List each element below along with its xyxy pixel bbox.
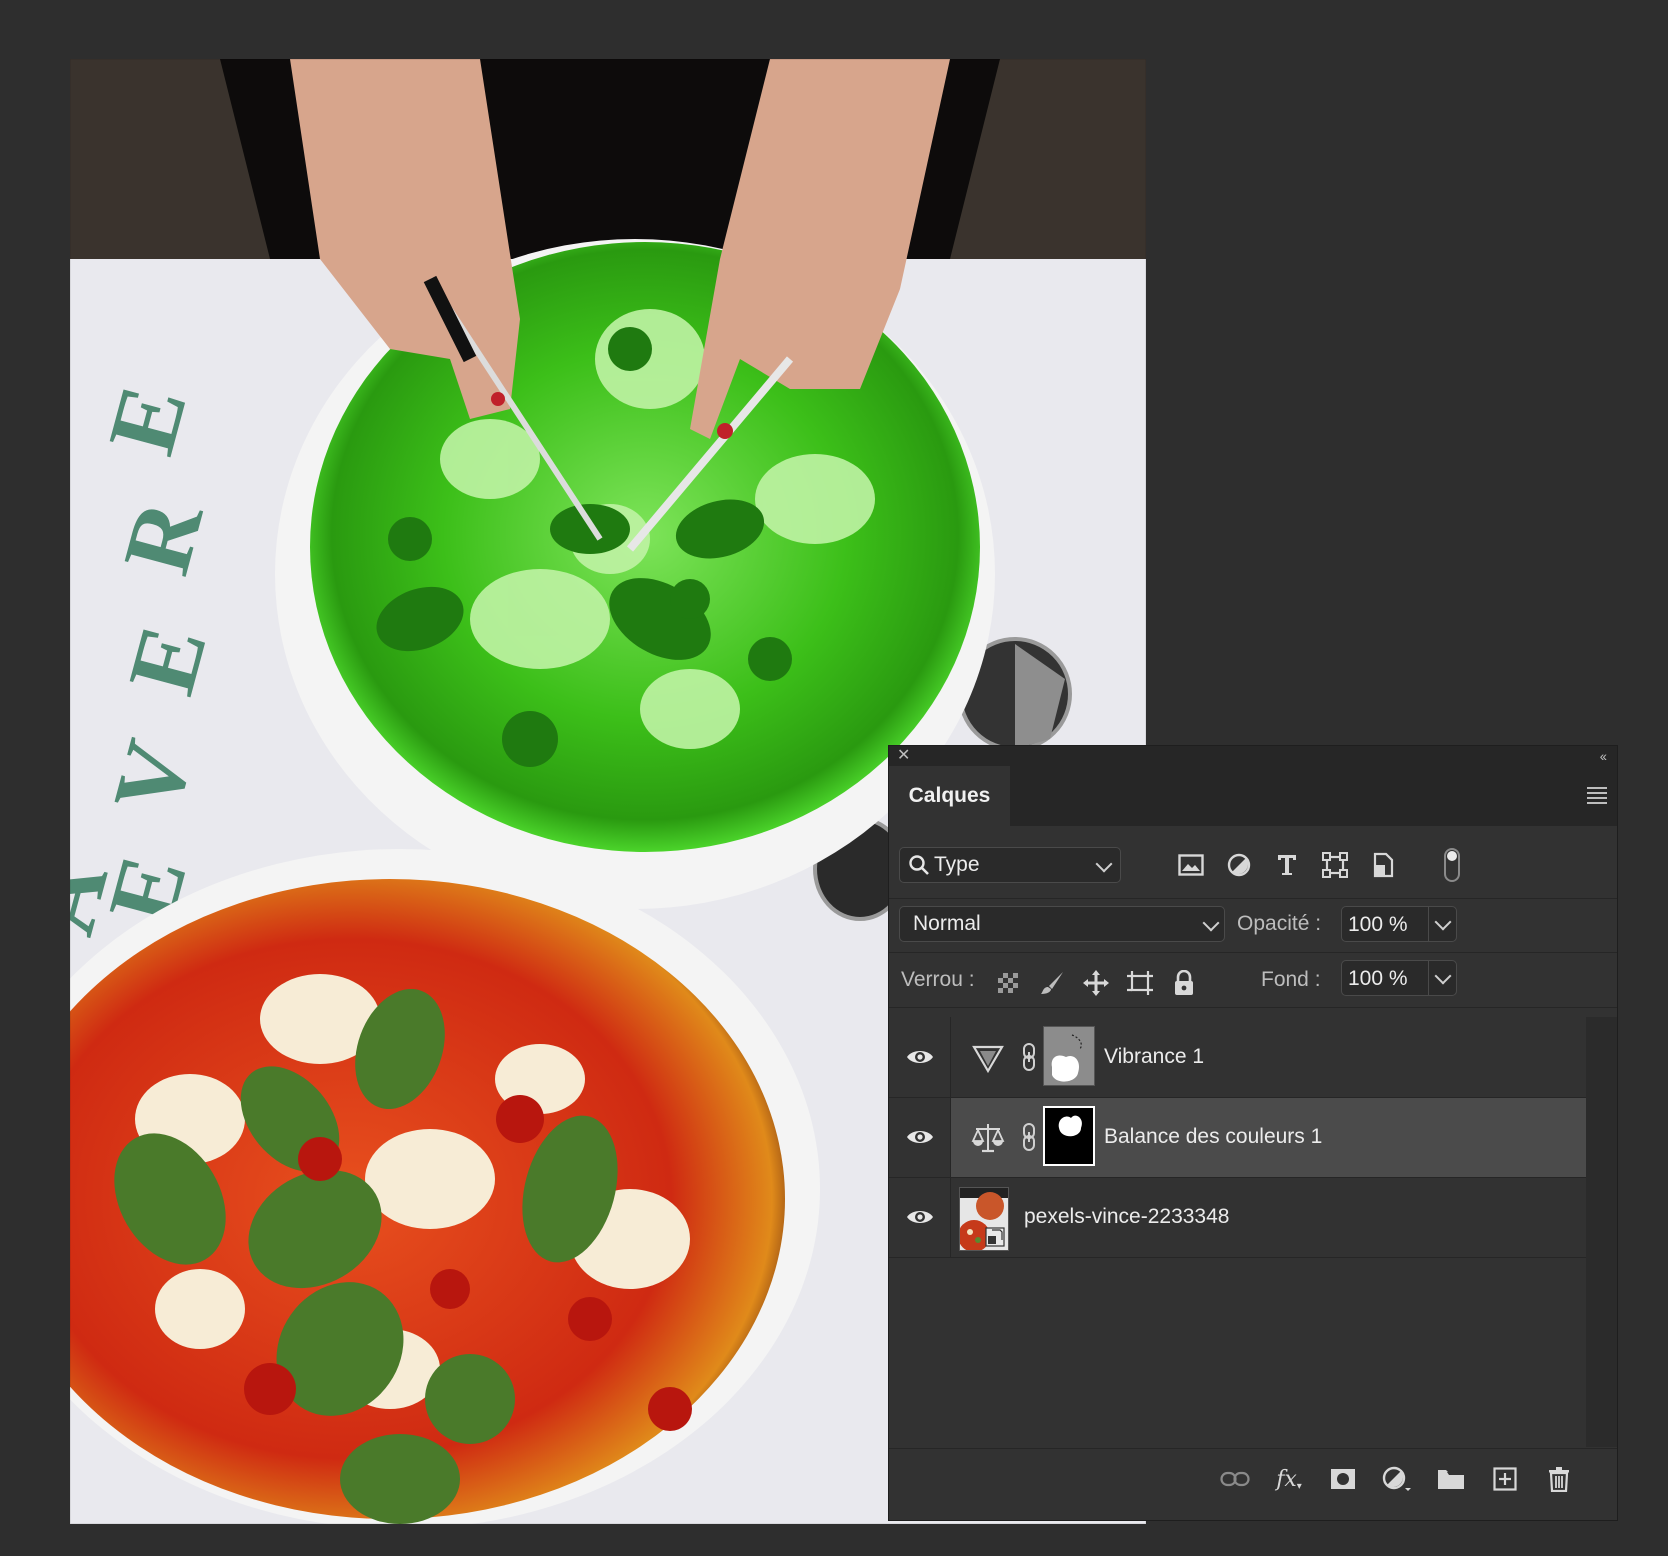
- divider: [889, 1257, 1586, 1258]
- visibility-eye-icon[interactable]: [889, 1097, 951, 1177]
- new-layer-icon[interactable]: [1487, 1463, 1523, 1495]
- layer-body[interactable]: Vibrance 1: [951, 1017, 1586, 1097]
- close-panel-button[interactable]: ✕: [897, 747, 910, 765]
- panel-tabbar: Calques: [889, 766, 1617, 826]
- lock-label: Verrou :: [901, 968, 975, 991]
- opacity-dropdown-button[interactable]: [1428, 907, 1458, 941]
- lock-all-icon[interactable]: [1169, 968, 1199, 998]
- opacity-value[interactable]: 100 %: [1348, 913, 1408, 937]
- chevron-down-icon: [1434, 967, 1452, 985]
- opacity-label: Opacité :: [1237, 912, 1322, 935]
- link-layers-icon[interactable]: [1217, 1463, 1253, 1495]
- visibility-eye-icon[interactable]: [889, 1177, 951, 1257]
- divider: [889, 1007, 1617, 1008]
- collapse-panel-button[interactable]: ‹‹: [1600, 747, 1607, 765]
- search-icon: [909, 855, 929, 875]
- layer-filter-select[interactable]: Type: [899, 847, 1121, 883]
- opacity-field[interactable]: 100 %: [1341, 906, 1457, 942]
- layers-panel: ✕ ‹‹ Calques Type Normal Opacité: 100 %…: [889, 746, 1617, 1520]
- fill-dropdown-button[interactable]: [1428, 961, 1458, 995]
- lock-transparent-pixels-icon[interactable]: [993, 968, 1023, 998]
- layer-body[interactable]: Balance des couleurs 1: [951, 1097, 1586, 1177]
- delete-layer-trash-icon[interactable]: [1541, 1463, 1577, 1495]
- new-group-folder-icon[interactable]: [1433, 1463, 1469, 1495]
- layer-mask-thumbnail[interactable]: [1043, 1106, 1095, 1166]
- layer-mask-thumbnail[interactable]: [1043, 1026, 1095, 1086]
- divider: [889, 1097, 1586, 1098]
- layer-name: Balance des couleurs 1: [1104, 1125, 1323, 1148]
- smart-object-thumbnail[interactable]: [959, 1187, 1009, 1251]
- panel-menu-icon[interactable]: [1587, 784, 1607, 808]
- link-chain-icon: [1023, 1043, 1035, 1071]
- fill-label: Fond :: [1261, 968, 1321, 991]
- chevron-down-icon: [1202, 914, 1220, 932]
- divider: [889, 1177, 1586, 1178]
- color-balance-adjustment-icon: [971, 1124, 1005, 1153]
- link-chain-icon: [1023, 1123, 1035, 1151]
- blend-mode-select[interactable]: Normal: [899, 906, 1225, 942]
- panel-bottom-bar: fx ▾: [889, 1448, 1617, 1509]
- lock-icons: [993, 968, 1199, 998]
- shape-filter-icon[interactable]: [1318, 850, 1352, 880]
- adjustment-filter-icon[interactable]: [1222, 850, 1256, 880]
- layers-scrollbar[interactable]: [1586, 1017, 1617, 1447]
- filter-toggle[interactable]: [1444, 848, 1460, 882]
- layer-row[interactable]: pexels-vince-2233348: [889, 1177, 1586, 1257]
- layer-effects-fx-icon[interactable]: fx ▾: [1271, 1463, 1307, 1495]
- panel-header: ✕ ‹‹: [889, 746, 1617, 766]
- layer-row[interactable]: Vibrance 1: [889, 1017, 1586, 1097]
- chevron-down-icon: [1095, 855, 1113, 873]
- divider: [889, 898, 1617, 899]
- lock-image-pixels-icon[interactable]: [1037, 968, 1067, 998]
- blend-mode-value: Normal: [913, 912, 981, 935]
- filter-kind-label: Type: [934, 853, 980, 876]
- tab-layers[interactable]: Calques: [889, 766, 1010, 826]
- fill-value[interactable]: 100 %: [1348, 967, 1408, 991]
- chevron-down-icon: [1434, 913, 1452, 931]
- smart-object-filter-icon[interactable]: [1366, 850, 1400, 880]
- add-mask-icon[interactable]: [1325, 1463, 1361, 1495]
- visibility-eye-icon[interactable]: [889, 1017, 951, 1097]
- layers-list: Vibrance 1 Balance des couleurs 1 pexels…: [889, 1017, 1586, 1447]
- layer-name: Vibrance 1: [1104, 1045, 1205, 1068]
- text-filter-icon[interactable]: [1270, 850, 1304, 880]
- bottom-actions: fx ▾: [1217, 1463, 1577, 1495]
- layer-body[interactable]: pexels-vince-2233348: [951, 1177, 1586, 1257]
- filter-icons: [1174, 850, 1400, 880]
- layer-name: pexels-vince-2233348: [1024, 1205, 1230, 1228]
- lock-position-icon[interactable]: [1081, 968, 1111, 998]
- layer-row-selected[interactable]: Balance des couleurs 1: [889, 1097, 1586, 1177]
- divider: [889, 952, 1617, 953]
- new-adjustment-layer-icon[interactable]: [1379, 1463, 1415, 1495]
- lock-artboard-icon[interactable]: [1125, 968, 1155, 998]
- fill-field[interactable]: 100 %: [1341, 960, 1457, 996]
- image-filter-icon[interactable]: [1174, 850, 1208, 880]
- vibrance-adjustment-icon: [972, 1045, 1004, 1074]
